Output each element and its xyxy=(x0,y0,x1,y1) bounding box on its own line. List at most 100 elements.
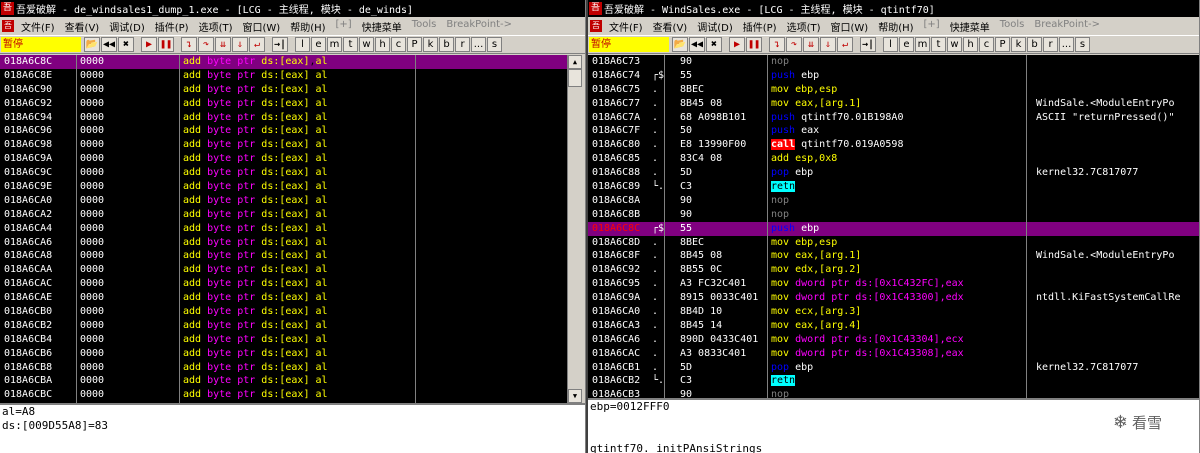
disasm-row[interactable]: 018A6C9A 0000 add byte ptr ds:[eax],al xyxy=(0,152,567,166)
open-icon[interactable]: 📂 xyxy=(84,37,100,52)
pause-icon[interactable]: ❚❚ xyxy=(746,37,762,52)
disasm-row[interactable]: 018A6CA4 0000 add byte ptr ds:[eax],al xyxy=(0,222,567,236)
disasm-row[interactable]: 018A6C8E 0000 add byte ptr ds:[eax],al xyxy=(0,69,567,83)
scroll-up-icon[interactable]: ▲ xyxy=(568,55,582,69)
trace-into-icon[interactable]: ⇊ xyxy=(803,37,819,52)
disasm-row[interactable]: 018A6CA8 0000 add byte ptr ds:[eax],al xyxy=(0,249,567,263)
menu-item[interactable]: BreakPoint-> xyxy=(441,19,517,34)
disasm-row[interactable]: 018A6C8B 90 nop xyxy=(588,208,1199,222)
menu-item[interactable]: 插件(P) xyxy=(150,19,194,34)
disasm-row[interactable]: 018A6CB0 0000 add byte ptr ds:[eax],al xyxy=(0,305,567,319)
disasm-row[interactable]: 018A6C92. 8B55 0C mov edx,[arg.2] xyxy=(588,263,1199,277)
toolbar-window-button[interactable]: t xyxy=(931,37,946,52)
menu-app-icon[interactable]: 吾 xyxy=(2,20,14,32)
disasm-row[interactable]: 018A6C9A. 8915 0033C401 mov dword ptr ds:[… xyxy=(588,291,1199,305)
menu-item[interactable]: 查看(V) xyxy=(648,19,693,34)
menu-item[interactable]: 文件(F) xyxy=(604,19,648,34)
disasm-row[interactable]: 018A6C90 0000 add byte ptr ds:[eax],al xyxy=(0,83,567,97)
pause-icon[interactable]: ❚❚ xyxy=(158,37,174,52)
toolbar-window-button[interactable]: m xyxy=(327,37,342,52)
disasm-row[interactable]: 018A6CA2 0000 add byte ptr ds:[eax],al xyxy=(0,208,567,222)
disasm-row[interactable]: 018A6CB2 0000 add byte ptr ds:[eax],al xyxy=(0,319,567,333)
disasm-row[interactable]: 018A6CB6 0000 add byte ptr ds:[eax],al xyxy=(0,347,567,361)
disasm-row[interactable]: 018A6C98 0000 add byte ptr ds:[eax],al xyxy=(0,138,567,152)
menu-item[interactable]: 查看(V) xyxy=(60,19,105,34)
disasm-row[interactable]: 018A6CB4 0000 add byte ptr ds:[eax],al xyxy=(0,333,567,347)
disasm-row[interactable]: 018A6CB3 90 nop xyxy=(588,388,1199,398)
execute-till-return-icon[interactable]: ↵ xyxy=(249,37,265,52)
disasm-row[interactable]: 018A6C7F. 50 push eax xyxy=(588,124,1199,138)
disasm-row[interactable]: 018A6C96 0000 add byte ptr ds:[eax],al xyxy=(0,124,567,138)
disasm-row[interactable]: 018A6CA6 0000 add byte ptr ds:[eax],al xyxy=(0,236,567,250)
toolbar-window-button[interactable]: ... xyxy=(471,37,486,52)
disasm-row[interactable]: 018A6C8C ┌$ 55 push ebp xyxy=(588,221,1199,236)
disasm-row[interactable]: 018A6C8C 0000 add byte ptr ds:[eax],al xyxy=(0,55,567,69)
step-over-icon[interactable]: ↷ xyxy=(198,37,214,52)
disasm-row[interactable]: 018A6CB1. 5D pop ebp kernel32.7C817077 xyxy=(588,361,1199,375)
disasm-row[interactable]: 018A6C8A 90 nop xyxy=(588,194,1199,208)
close-icon[interactable]: ✖ xyxy=(118,37,134,52)
menu-item[interactable]: Tools xyxy=(407,19,442,34)
menu-item[interactable]: 选项(T) xyxy=(782,19,826,34)
toolbar-window-button[interactable]: k xyxy=(1011,37,1026,52)
left-vertical-scrollbar[interactable]: ▲ ▼ xyxy=(567,55,582,403)
toolbar-window-button[interactable]: h xyxy=(963,37,978,52)
disasm-row[interactable]: 018A6CA6. 890D 0433C401 mov dword ptr ds:[… xyxy=(588,333,1199,347)
toolbar-window-button[interactable]: b xyxy=(439,37,454,52)
menu-item[interactable]: BreakPoint-> xyxy=(1029,19,1105,34)
menu-item[interactable]: 插件(P) xyxy=(738,19,782,34)
trace-over-icon[interactable]: ⇓ xyxy=(232,37,248,52)
disasm-row[interactable]: 018A6C77. 8B45 08 mov eax,[arg.1] WindSale.… xyxy=(588,97,1199,111)
disasm-row[interactable]: 018A6C8D. 8BEC mov ebp,esp xyxy=(588,236,1199,250)
disasm-row[interactable]: 018A6C73 90 nop xyxy=(588,55,1199,69)
toolbar-window-button[interactable]: m xyxy=(915,37,930,52)
toolbar-window-button[interactable]: P xyxy=(407,37,422,52)
disasm-row[interactable]: 018A6C94 0000 add byte ptr ds:[eax],al xyxy=(0,111,567,125)
toolbar-window-button[interactable]: s xyxy=(1075,37,1090,52)
disasm-row[interactable]: 018A6C9E 0000 add byte ptr ds:[eax],al xyxy=(0,180,567,194)
disasm-row[interactable]: 018A6C74 ┌$ 55 push ebp xyxy=(588,69,1199,83)
disasm-row[interactable]: 018A6CA3. 8B45 14 mov eax,[arg.4] xyxy=(588,319,1199,333)
disasm-row[interactable]: 018A6C89 └. C3 retn xyxy=(588,180,1199,194)
step-into-icon[interactable]: ↴ xyxy=(769,37,785,52)
disasm-row[interactable]: 018A6C8F. 8B45 08 mov eax,[arg.1] WindSale.… xyxy=(588,249,1199,263)
menu-item[interactable]: 快捷菜单 xyxy=(945,19,995,34)
disasm-row[interactable]: 018A6C88. 5D pop ebp kernel32.7C817077 xyxy=(588,166,1199,180)
toolbar-window-button[interactable]: r xyxy=(455,37,470,52)
disasm-row[interactable]: 018A6CAE 0000 add byte ptr ds:[eax],al xyxy=(0,291,567,305)
left-title-bar[interactable]: 吾 吾爱破解 - de_windsales1_dump_1.exe - [LCG… xyxy=(0,0,585,17)
disasm-row[interactable]: 018A6C85. 83C4 08 add esp,0x8 xyxy=(588,152,1199,166)
toolbar-window-button[interactable]: c xyxy=(391,37,406,52)
menu-item[interactable]: 调试(D) xyxy=(104,19,150,34)
menu-app-icon[interactable]: 吾 xyxy=(590,20,602,32)
disasm-row[interactable]: 018A6CBA 0000 add byte ptr ds:[eax],al xyxy=(0,374,567,388)
toolbar-window-button[interactable]: s xyxy=(487,37,502,52)
toolbar-window-button[interactable]: w xyxy=(947,37,962,52)
menu-item[interactable]: 帮助(H) xyxy=(873,19,918,34)
toolbar-window-button[interactable]: e xyxy=(311,37,326,52)
disasm-row[interactable]: 018A6C9C 0000 add byte ptr ds:[eax],al xyxy=(0,166,567,180)
open-icon[interactable]: 📂 xyxy=(672,37,688,52)
trace-over-icon[interactable]: ⇓ xyxy=(820,37,836,52)
menu-item[interactable]: 窗口(W) xyxy=(238,19,286,34)
menu-item[interactable]: 窗口(W) xyxy=(826,19,874,34)
trace-into-icon[interactable]: ⇊ xyxy=(215,37,231,52)
toolbar-window-button[interactable]: b xyxy=(1027,37,1042,52)
scrollbar-thumb[interactable] xyxy=(568,69,582,87)
run-icon[interactable]: ▶ xyxy=(729,37,745,52)
toolbar-window-button[interactable]: h xyxy=(375,37,390,52)
toolbar-window-button[interactable]: l xyxy=(295,37,310,52)
disasm-row[interactable]: 018A6CB2 └. C3 retn xyxy=(588,374,1199,388)
disasm-row[interactable]: 018A6CAC 0000 add byte ptr ds:[eax],al xyxy=(0,277,567,291)
disasm-row[interactable]: 018A6C75. 8BEC mov ebp,esp xyxy=(588,83,1199,97)
step-over-icon[interactable]: ↷ xyxy=(786,37,802,52)
menu-item[interactable]: 调试(D) xyxy=(692,19,738,34)
menu-item[interactable]: Tools xyxy=(995,19,1030,34)
menu-item[interactable]: 文件(F) xyxy=(16,19,60,34)
goto-icon[interactable]: →| xyxy=(272,37,288,52)
disasm-row[interactable]: 018A6C95. A3 FC32C401 mov dword ptr ds:[0x… xyxy=(588,277,1199,291)
disasm-row[interactable]: 018A6C7A. 68 A098B101 push qtintf70.01B198… xyxy=(588,111,1199,125)
toolbar-window-button[interactable]: ... xyxy=(1059,37,1074,52)
menu-item[interactable]: [+] xyxy=(331,19,357,34)
disasm-row[interactable]: 018A6CA0. 8B4D 10 mov ecx,[arg.3] xyxy=(588,305,1199,319)
